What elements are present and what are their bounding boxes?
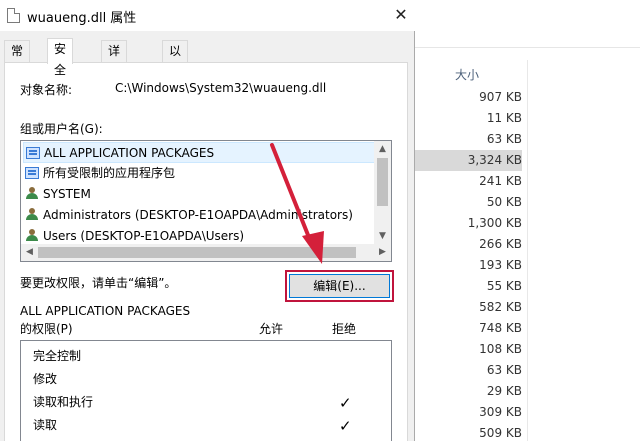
tab-details[interactable]: 详细信息 [101, 40, 128, 121]
list-item-administrators[interactable]: Administrators (DESKTOP-E1OAPDA\Administ… [25, 205, 353, 226]
edit-button[interactable]: 编辑(E)... [289, 274, 390, 298]
permission-subject: ALL APPLICATION PACKAGES [20, 304, 191, 318]
permission-list: 完全控制 修改 读取和执行 ✓ 读取 ✓ [20, 340, 392, 441]
permission-row-read-execute: 读取和执行 [33, 395, 94, 409]
size-cell[interactable]: 509 KB [420, 423, 522, 441]
scroll-down-icon[interactable]: ▼ [374, 228, 391, 245]
check-icon: ✓ [339, 417, 352, 435]
package-icon [25, 167, 39, 179]
object-name-label: 对象名称: [20, 83, 73, 97]
users-icon [25, 229, 39, 242]
size-cell[interactable]: 748 KB [420, 318, 522, 339]
permission-row-full-control: 完全控制 [33, 349, 82, 363]
properties-dialog: wuaueng.dll 属性 ✕ 常规 安全 详细信息 以前的版本 对象名称: … [0, 0, 415, 441]
scroll-up-icon[interactable]: ▲ [374, 141, 391, 158]
permission-row-modify: 修改 [33, 372, 58, 386]
tab-previous-versions[interactable]: 以前的版本 [162, 40, 189, 142]
horizontal-scrollbar[interactable]: ◀ ▶ [21, 244, 391, 261]
explorer-column-divider [527, 60, 528, 441]
horizontal-scroll-thumb[interactable] [38, 247, 356, 258]
list-item-system[interactable]: SYSTEM [25, 184, 91, 205]
vertical-scrollbar[interactable]: ▲ ▼ [374, 141, 391, 245]
allow-header: 允许 [259, 322, 284, 336]
object-name-value: C:\Windows\System32\wuaueng.dll [115, 81, 327, 95]
size-cell[interactable]: 582 KB [420, 297, 522, 318]
file-icon [7, 8, 20, 23]
deny-header: 拒绝 [332, 322, 357, 336]
users-icon [25, 187, 39, 200]
size-cell[interactable]: 193 KB [420, 255, 522, 276]
list-item-restricted-packages[interactable]: 所有受限制的应用程序包 [25, 163, 175, 184]
size-cell[interactable]: 108 KB [420, 339, 522, 360]
size-cell[interactable]: 29 KB [420, 381, 522, 402]
permission-row-read: 读取 [33, 418, 58, 432]
size-cell[interactable]: 241 KB [420, 171, 522, 192]
size-cell[interactable]: 907 KB [420, 87, 522, 108]
size-column: 907 KB 11 KB 63 KB 3,324 KB 241 KB 50 KB… [415, 87, 522, 441]
size-cell[interactable]: 309 KB [420, 402, 522, 423]
size-cell[interactable]: 63 KB [420, 360, 522, 381]
size-cell-selected[interactable]: 3,324 KB [415, 150, 522, 171]
tab-security[interactable]: 安全 [47, 38, 74, 77]
users-icon [25, 208, 39, 221]
title-bar[interactable]: wuaueng.dll 属性 ✕ [0, 0, 415, 31]
group-user-list[interactable]: ALL APPLICATION PACKAGES 所有受限制的应用程序包 SYS… [20, 140, 392, 262]
size-column-header[interactable]: 大小 [455, 66, 479, 83]
package-icon [26, 147, 40, 159]
size-cell[interactable]: 1,300 KB [420, 213, 522, 234]
change-permission-hint: 要更改权限，请单击“编辑”。 [20, 276, 177, 290]
list-item-all-app-packages[interactable]: ALL APPLICATION PACKAGES [23, 142, 376, 163]
size-cell[interactable]: 55 KB [420, 276, 522, 297]
size-cell[interactable]: 11 KB [420, 108, 522, 129]
explorer-toolbar [415, 0, 640, 48]
vertical-scroll-thumb[interactable] [377, 158, 388, 206]
size-cell[interactable]: 63 KB [420, 129, 522, 150]
group-user-label: 组或用户名(G): [20, 122, 103, 136]
close-icon[interactable]: ✕ [390, 4, 412, 26]
dialog-title: wuaueng.dll 属性 [27, 11, 137, 26]
scroll-left-icon[interactable]: ◀ [21, 244, 38, 261]
check-icon: ✓ [339, 394, 352, 412]
permission-for-label: 的权限(P) [20, 322, 73, 336]
size-cell[interactable]: 50 KB [420, 192, 522, 213]
size-cell[interactable]: 266 KB [420, 234, 522, 255]
scroll-right-icon[interactable]: ▶ [374, 244, 391, 261]
tab-general[interactable]: 常规 [4, 40, 31, 79]
